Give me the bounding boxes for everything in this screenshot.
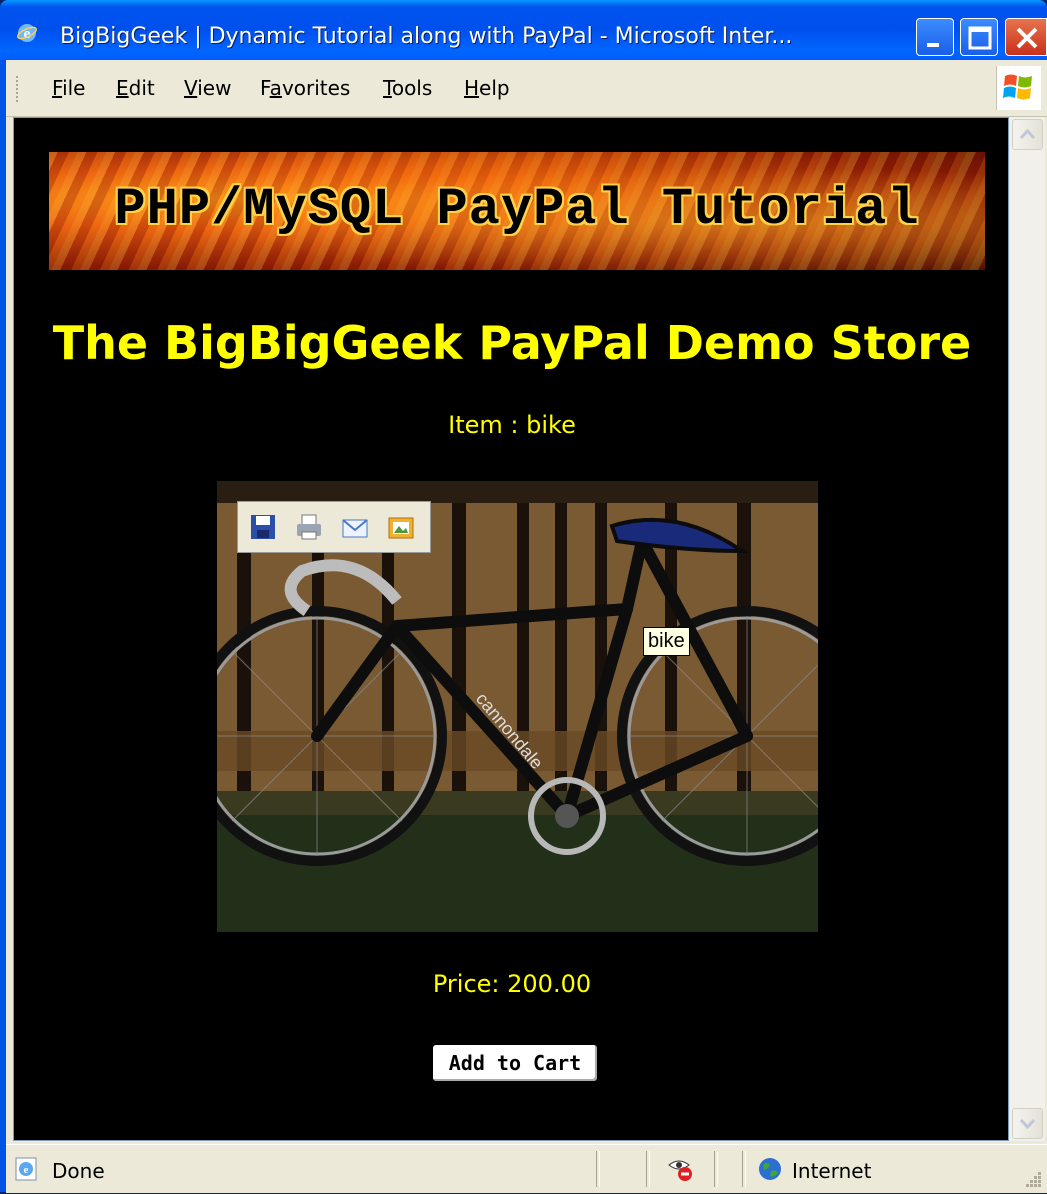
image-toolbar	[237, 501, 431, 553]
vertical-scrollbar[interactable]	[1010, 117, 1045, 1141]
toolbar-grip[interactable]	[16, 76, 21, 102]
my-pictures-icon[interactable]	[386, 512, 416, 542]
title-bar[interactable]: e BigBigGeek | Dynamic Tutorial along wi…	[0, 0, 1047, 60]
menu-help[interactable]: Help	[464, 76, 510, 100]
image-tooltip: bike	[643, 627, 690, 656]
status-bar: e Done Internet	[6, 1144, 1047, 1193]
store-title: The BigBigGeek PayPal Demo Store	[52, 316, 972, 370]
menu-bar: File Edit View Favorites Tools Help	[6, 60, 1047, 117]
browser-window: e BigBigGeek | Dynamic Tutorial along wi…	[0, 0, 1047, 1193]
menu-view[interactable]: View	[184, 76, 231, 100]
windows-flag-icon	[996, 66, 1041, 110]
menu-tools[interactable]: Tools	[383, 76, 432, 100]
scroll-up-button[interactable]	[1012, 119, 1043, 150]
status-divider	[714, 1151, 718, 1187]
maximize-button[interactable]	[960, 18, 998, 56]
save-icon[interactable]	[248, 512, 278, 542]
status-divider	[596, 1151, 600, 1187]
privacy-icon[interactable]	[666, 1153, 696, 1183]
globe-icon	[758, 1157, 782, 1181]
minimize-button[interactable]	[916, 18, 954, 56]
status-divider	[646, 1151, 650, 1187]
menu-file[interactable]: File	[52, 76, 85, 100]
item-name: Item : bike	[448, 411, 576, 439]
email-icon[interactable]	[340, 512, 370, 542]
print-icon[interactable]	[294, 512, 324, 542]
ie-page-icon: e	[12, 1155, 40, 1183]
status-text: Done	[52, 1159, 105, 1183]
menu-favorites[interactable]: Favorites	[260, 76, 350, 100]
add-to-cart-button[interactable]: Add to Cart	[431, 1043, 599, 1083]
scroll-down-button[interactable]	[1012, 1108, 1043, 1139]
item-price: Price: 200.00	[432, 970, 592, 998]
ie-icon: e	[16, 22, 38, 44]
resize-grip[interactable]	[1023, 1169, 1043, 1189]
menu-edit[interactable]: Edit	[116, 76, 155, 100]
window-title: BigBigGeek | Dynamic Tutorial along with…	[60, 24, 793, 49]
product-image[interactable]: cannondale bike	[217, 481, 818, 932]
status-divider	[742, 1151, 746, 1187]
svg-text:e: e	[24, 1164, 29, 1176]
window-client-area: File Edit View Favorites Tools Help PHP/…	[6, 60, 1047, 1193]
close-button[interactable]	[1005, 18, 1047, 56]
security-zone: Internet	[792, 1159, 872, 1183]
page-viewport[interactable]: PHP/MySQL PayPal Tutorial The BigBigGeek…	[13, 117, 1009, 1141]
tutorial-banner: PHP/MySQL PayPal Tutorial	[49, 152, 985, 270]
banner-title: PHP/MySQL PayPal Tutorial	[114, 180, 920, 239]
